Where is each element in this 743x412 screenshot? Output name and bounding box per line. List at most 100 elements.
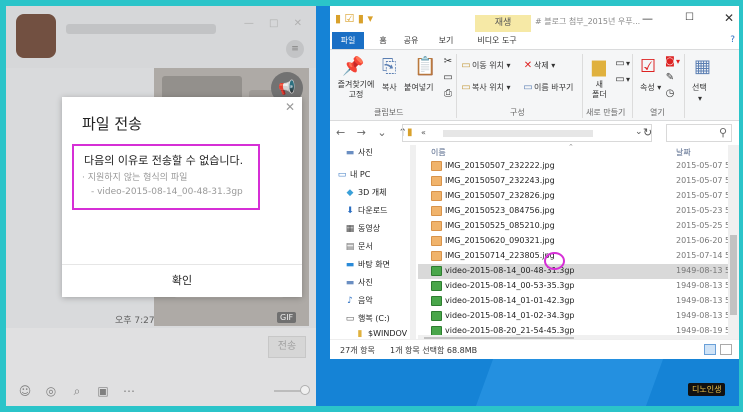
folder-icon: ▮ (407, 127, 413, 138)
chevron-down-icon[interactable]: ▾ (698, 94, 702, 103)
file-list: ⌃ 이름 날짜 IMG_20150507_232222.jpg 2015-05-0… (418, 143, 739, 345)
paste-shortcut-icon[interactable]: ⎙ (442, 88, 454, 99)
open-icon[interactable]: ◙▾ (664, 56, 680, 67)
copy-path-icon[interactable]: ▭ (442, 72, 454, 83)
pin-icon[interactable]: 📌 (342, 56, 364, 77)
file-name: IMG_20150523_084756.jpg (445, 206, 555, 215)
new-folder-button[interactable]: 새 폴더 (592, 80, 607, 100)
cut-icon[interactable]: ✂ (442, 56, 454, 67)
ribbon-separator (684, 54, 685, 118)
error-file-name: - video-2015-08-14_00-48-31.3gp (91, 187, 243, 197)
file-name: video-2015-08-14_01-02-34.3gp (445, 311, 575, 320)
close-icon[interactable]: ✕ (724, 11, 734, 25)
details-view-icon[interactable] (704, 344, 716, 355)
file-date: 1949-08-13 5 (676, 281, 731, 290)
file-row[interactable]: video-2015-08-14_01-02-34.3gp 1949-08-13 … (418, 309, 731, 324)
column-name[interactable]: 이름 (431, 147, 446, 158)
properties-icon[interactable]: ☑ (640, 56, 656, 77)
ribbon-tabs: 파일 홈 공유 보기 비디오 도구 ? (330, 32, 739, 49)
copy-button[interactable]: 복사 (382, 82, 397, 93)
file-date: 1949-08-13 5 (676, 296, 731, 305)
navigation-arrows[interactable]: ← → ⌄ ↑ (336, 126, 411, 139)
file-name: IMG_20150714_223805.jpg (445, 251, 555, 260)
file-row[interactable]: IMG_20150525_085210.jpg 2015-05-25 5 (418, 219, 730, 234)
new-folder-icon[interactable]: ▆ (592, 56, 606, 77)
sort-icon: ⌃ (568, 143, 574, 151)
selection-info: 1개 항목 선택함 68.8MB (390, 346, 478, 355)
quick-access-toolbar-icon[interactable]: ▮ ☑ ▮ ▾ (335, 12, 373, 25)
video-file-icon (431, 266, 442, 276)
file-name: IMG_20150507_232222.jpg (445, 161, 555, 170)
tab-file[interactable]: 파일 (332, 32, 364, 49)
close-icon[interactable]: ✕ (285, 100, 295, 114)
easy-access-icon[interactable]: ▭▾ (614, 74, 630, 85)
tab-view[interactable]: 보기 (434, 32, 458, 49)
new-item-icon[interactable]: ▭▾ (614, 58, 630, 69)
history-icon[interactable]: ◷ (664, 88, 676, 99)
minimize-icon[interactable]: — (642, 12, 653, 25)
ok-button[interactable]: 확인 (62, 265, 302, 297)
paste-icon[interactable]: 📋 (414, 56, 436, 77)
maximize-icon[interactable]: ☐ (685, 12, 694, 23)
video-file-icon (431, 296, 442, 306)
frame-border (0, 0, 6, 412)
copy-icon[interactable]: ⎘ (382, 56, 396, 77)
file-date: 2015-05-23 5 (676, 206, 731, 215)
tab-share[interactable]: 공유 (398, 32, 424, 49)
image-file-icon (431, 191, 442, 201)
address-path-blurred (443, 130, 593, 137)
title-bar[interactable]: ▮ ☑ ▮ ▾ 재생 # 블로그 첨부_2015년 우푸... — ☐ ✕ (330, 6, 739, 32)
contextual-tab-play[interactable]: 재생 (475, 15, 531, 32)
pin-button[interactable]: 즐겨찾기에 고정 (334, 80, 378, 100)
file-row[interactable]: IMG_20150507_232826.jpg 2015-05-07 5 (418, 189, 731, 204)
file-row[interactable]: IMG_20150507_232222.jpg 2015-05-07 5 (418, 159, 730, 174)
group-open-label: 열기 (650, 108, 665, 117)
properties-button[interactable]: 속성 ▾ (640, 82, 661, 93)
file-explorer-window: ▮ ☑ ▮ ▾ 재생 # 블로그 첨부_2015년 우푸... — ☐ ✕ 파일… (330, 6, 739, 359)
video-file-icon (431, 281, 442, 291)
file-name: video-2015-08-14_00-53-35.3gp (445, 281, 575, 290)
frame-border (0, 406, 743, 412)
frame-border (739, 0, 743, 412)
move-to-button[interactable]: ▭이동 위치 ▾ (460, 60, 510, 71)
file-row[interactable]: video-2015-08-14_00-53-35.3gp 1949-08-13 … (418, 279, 731, 294)
select-button[interactable]: 선택 (692, 82, 707, 93)
select-icon[interactable]: ▦ (694, 56, 711, 77)
watermark: 디노인생 (688, 383, 726, 396)
file-row[interactable]: IMG_20150507_232243.jpg 2015-05-07 5 (418, 174, 730, 189)
paste-button[interactable]: 붙여넣기 (404, 82, 433, 93)
image-file-icon (431, 206, 442, 216)
file-row[interactable]: IMG_20150523_084756.jpg 2015-05-23 5 (418, 204, 731, 219)
vertical-scrollbar[interactable] (728, 145, 739, 345)
edit-icon[interactable]: ✎ (664, 72, 676, 83)
window-title: # 블로그 첨부_2015년 우푸... (535, 17, 641, 26)
chevron-down-icon[interactable]: ⌄ (635, 127, 643, 137)
tab-home[interactable]: 홈 (372, 32, 394, 49)
highlight-circle (544, 252, 565, 270)
file-row[interactable]: IMG_20150714_223805.jpg 2015-07-14 5 (418, 249, 730, 264)
image-file-icon (431, 251, 442, 261)
copy-to-button[interactable]: ▭복사 위치 ▾ (460, 82, 510, 93)
navigation-scrollbar[interactable] (410, 145, 416, 345)
help-icon[interactable]: ? (730, 32, 735, 49)
file-transfer-dialog: ✕ 파일 전송 다음의 이유로 전송할 수 없습니다. · 지원하지 않는 형식… (62, 97, 302, 297)
error-message-box: 다음의 이유로 전송할 수 없습니다. · 지원하지 않는 형식의 파일 - v… (72, 144, 260, 210)
delete-button[interactable]: ✕ 삭제 ▾ (522, 60, 556, 71)
column-date[interactable]: 날짜 (676, 147, 691, 158)
file-row[interactable]: video-2015-08-14_01-01-42.3gp 1949-08-13 … (418, 294, 731, 309)
scrollbar-thumb[interactable] (730, 235, 737, 315)
file-date: 2015-05-07 5 (676, 191, 731, 200)
file-date: 1949-08-13 5 (676, 311, 731, 320)
address-prefix: « (421, 128, 426, 137)
tab-video-tools[interactable]: 비디오 도구 (469, 32, 525, 49)
rename-button[interactable]: ▭이름 바꾸기 (522, 82, 573, 93)
address-bar[interactable]: ▮ « ⌄ (402, 124, 652, 142)
large-icons-view-icon[interactable] (720, 344, 732, 355)
refresh-icon[interactable]: ↻ (643, 126, 652, 139)
file-row[interactable]: IMG_20150620_090321.jpg 2015-06-20 5 (418, 234, 730, 249)
file-date: 1949-08-19 5 (676, 326, 731, 335)
search-input[interactable]: ⚲ (666, 124, 732, 142)
file-name: IMG_20150507_232826.jpg (445, 191, 555, 200)
file-row[interactable]: video-2015-08-14_00-48-31.3gp 1949-08-13 … (418, 264, 730, 279)
navigation-pane: ▬ 사진 ▭ 내 PC ◆ 3D 개체 ⬇ 다운로드 ▦ 동영상 ▤ 문서 ▬ 바탕 화면 ▬… (330, 145, 418, 345)
